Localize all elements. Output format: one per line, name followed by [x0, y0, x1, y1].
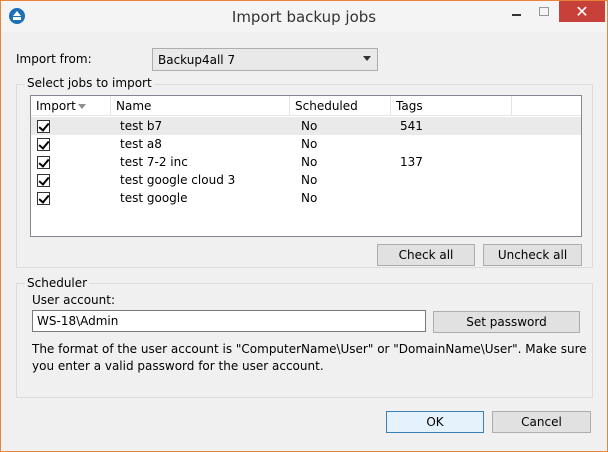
import-from-selected: Backup4all 7 [158, 53, 236, 67]
job-scheduled: No [301, 137, 318, 151]
import-from-dropdown[interactable]: Backup4all 7 [152, 48, 378, 71]
import-checkbox[interactable] [37, 156, 50, 169]
table-row[interactable]: test b7 No 541 [31, 117, 581, 135]
title-bar[interactable]: Import backup jobs ✕ [1, 1, 607, 32]
job-name: test google cloud 3 [120, 173, 236, 187]
import-checkbox[interactable] [37, 174, 50, 187]
import-checkbox[interactable] [37, 192, 50, 205]
column-header-name[interactable]: Name [111, 96, 290, 116]
table-row[interactable]: test google No [31, 189, 581, 207]
import-checkbox[interactable] [37, 138, 50, 151]
minimize-button[interactable] [501, 1, 531, 22]
import-backup-jobs-dialog: Import backup jobs ✕ Import from: Backup… [0, 0, 608, 452]
minimize-icon [511, 13, 521, 16]
job-name: test 7-2 inc [120, 155, 188, 169]
job-scheduled: No [301, 173, 318, 187]
set-password-button[interactable]: Set password [433, 311, 580, 333]
chevron-down-icon [363, 56, 371, 61]
user-account-info-text: The format of the user account is "Compu… [32, 342, 587, 373]
user-account-field[interactable] [32, 310, 426, 332]
import-checkbox[interactable] [37, 120, 50, 133]
close-icon: ✕ [575, 2, 589, 21]
column-header-scheduled[interactable]: Scheduled [290, 96, 391, 116]
table-row[interactable]: test 7-2 inc No 137 [31, 153, 581, 171]
job-name: test a8 [120, 137, 162, 151]
job-tags: 541 [400, 119, 423, 133]
close-button[interactable]: ✕ [559, 1, 605, 22]
job-scheduled: No [301, 191, 318, 205]
maximize-icon [539, 7, 549, 16]
job-scheduled: No [301, 155, 318, 169]
column-header-import[interactable]: Import [31, 96, 111, 116]
table-row[interactable]: test a8 No [31, 135, 581, 153]
maximize-button[interactable] [531, 1, 557, 22]
uncheck-all-button[interactable]: Uncheck all [483, 244, 582, 266]
job-tags: 137 [400, 155, 423, 169]
ok-button[interactable]: OK [386, 411, 484, 433]
cancel-button[interactable]: Cancel [492, 411, 591, 433]
job-name: test google [120, 191, 188, 205]
jobs-list-header: Import Name Scheduled Tags [31, 96, 581, 116]
jobs-list[interactable]: Import Name Scheduled Tags test b7 No 54… [30, 95, 582, 237]
sort-arrow-icon [78, 104, 86, 109]
select-jobs-group-title: Select jobs to import [25, 76, 154, 90]
user-account-label: User account: [32, 293, 116, 307]
table-row[interactable]: test google cloud 3 No [31, 171, 581, 189]
user-account-input[interactable] [33, 311, 425, 331]
check-all-button[interactable]: Check all [377, 244, 475, 266]
column-header-tags[interactable]: Tags [391, 96, 512, 116]
scheduler-group-title: Scheduler [25, 276, 90, 290]
import-from-label: Import from: [16, 52, 92, 66]
job-name: test b7 [120, 119, 163, 133]
job-scheduled: No [301, 119, 318, 133]
